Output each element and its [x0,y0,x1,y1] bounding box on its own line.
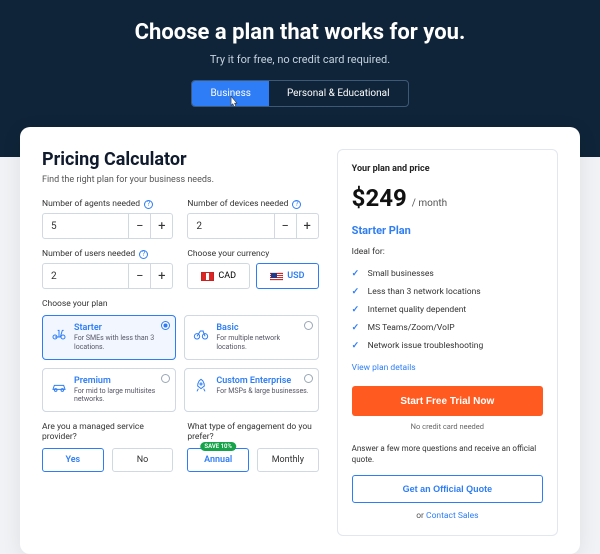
agents-decrement[interactable]: − [128,214,150,238]
car-icon [50,376,68,405]
radio-icon [161,374,170,383]
hero-title: Choose a plan that works for you. [0,20,600,45]
start-trial-button[interactable]: Start Free Trial Now [352,386,543,416]
summary-plan-name: Starter Plan [352,224,543,237]
summary-panel: Your plan and price $249 / month Starter… [337,149,558,536]
users-value[interactable]: 2 [43,264,128,288]
engage-monthly[interactable]: Monthly [257,448,319,472]
users-label: Number of users needed ? [42,249,173,259]
check-icon: ✓ [352,323,362,333]
calculator-column: Pricing Calculator Find the right plan f… [42,149,319,536]
msp-no[interactable]: No [112,448,174,472]
more-questions: Answer a few more questions and receive … [352,443,543,465]
users-increment[interactable]: + [150,264,172,288]
msp-label: Are you a managed service provider? [42,422,173,442]
agents-value[interactable]: 5 [43,214,128,238]
rocket-icon [192,376,210,405]
radio-icon [304,374,313,383]
get-quote-button[interactable]: Get an Official Quote [352,475,543,503]
currency-label: Choose your currency [187,249,318,259]
feature-item: ✓Less than 3 network locations [352,283,543,301]
or-contact: or Contact Sales [352,511,543,521]
audience-tabs: Business Personal & Educational [191,80,408,107]
plan-enterprise[interactable]: Custom EnterpriseFor MSPs & large busine… [184,368,318,413]
feature-item: ✓Small businesses [352,265,543,283]
radio-icon [161,321,170,330]
price-period: / month [412,198,447,209]
check-icon: ✓ [352,287,362,297]
calc-desc: Find the right plan for your business ne… [42,175,319,185]
agents-increment[interactable]: + [150,214,172,238]
tab-business[interactable]: Business [192,81,268,106]
devices-value[interactable]: 2 [188,214,273,238]
flag-ca-icon [201,272,214,281]
no-card-note: No credit card needed [352,422,543,431]
devices-decrement[interactable]: − [274,214,296,238]
plan-starter[interactable]: StarterFor SMEs with less than 3 locatio… [42,315,176,360]
check-icon: ✓ [352,269,362,279]
feature-item: ✓MS Teams/Zoom/VoIP [352,319,543,337]
currency-usd[interactable]: USD [256,263,319,289]
plan-basic[interactable]: BasicFor multiple network locations. [184,315,318,360]
bike-icon [192,323,210,352]
summary-column: Your plan and price $249 / month Starter… [337,149,558,536]
check-icon: ✓ [352,341,362,351]
feature-item: ✓Internet quality dependent [352,301,543,319]
price-amount: $249 [352,184,407,212]
feature-list: ✓Small businesses ✓Less than 3 network l… [352,265,543,355]
scooter-icon [50,323,68,352]
ideal-label: Ideal for: [352,247,543,257]
check-icon: ✓ [352,305,362,315]
hero-subtitle: Try it for free, no credit card required… [0,53,600,66]
info-icon[interactable]: ? [139,250,148,259]
pricing-shell: Pricing Calculator Find the right plan f… [20,127,580,554]
flag-us-icon [270,272,283,281]
devices-label: Number of devices needed ? [187,199,318,209]
currency-cad[interactable]: CAD [187,263,250,289]
tab-personal[interactable]: Personal & Educational [269,81,408,106]
calc-title: Pricing Calculator [42,149,319,170]
msp-yes[interactable]: Yes [42,448,104,472]
users-decrement[interactable]: − [128,264,150,288]
plan-premium[interactable]: PremiumFor mid to large multisites netwo… [42,368,176,413]
engage-annual[interactable]: SAVE 10% Annual [187,448,249,472]
radio-icon [304,321,313,330]
summary-header: Your plan and price [352,164,543,174]
agents-label: Number of agents needed ? [42,199,173,209]
devices-stepper: 2 − + [187,213,318,239]
agents-stepper: 5 − + [42,213,173,239]
feature-item: ✓Network issue troubleshooting [352,337,543,355]
contact-sales-link[interactable]: Contact Sales [426,511,478,521]
devices-increment[interactable]: + [296,214,318,238]
info-icon[interactable]: ? [144,200,153,209]
users-stepper: 2 − + [42,263,173,289]
cursor-pointer-icon [227,95,241,107]
view-plan-details[interactable]: View plan details [352,363,416,373]
engage-label: What type of engagement do you prefer? [187,422,318,442]
save-badge: SAVE 10% [200,442,235,451]
plan-label: Choose your plan [42,299,319,309]
info-icon[interactable]: ? [292,200,301,209]
